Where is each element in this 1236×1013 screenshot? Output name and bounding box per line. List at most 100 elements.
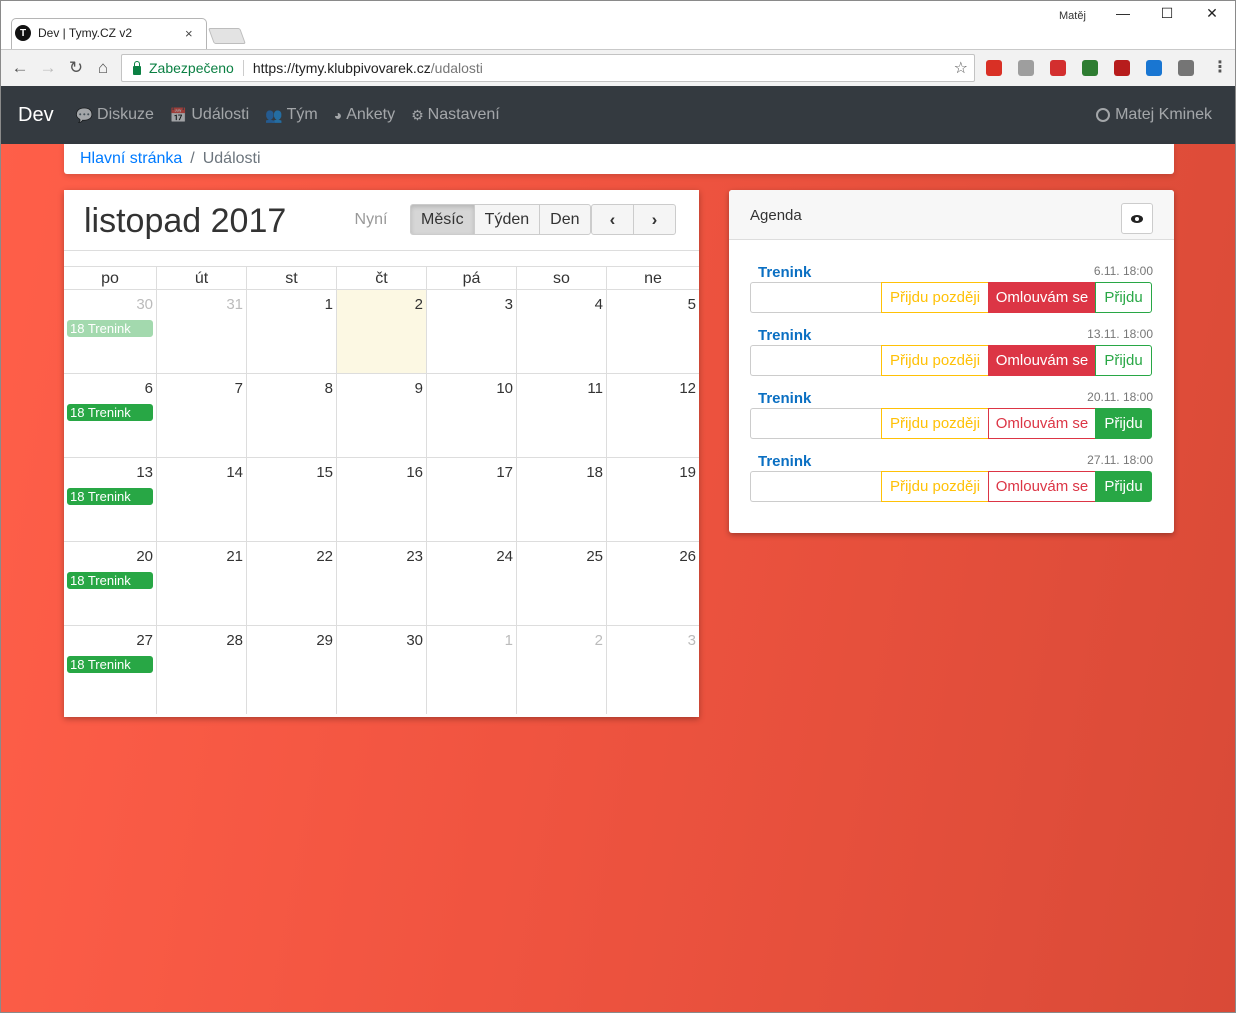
event-title-link[interactable]: Trenink <box>758 327 811 344</box>
reload-icon[interactable]: ↻ <box>65 57 87 79</box>
brand-logo[interactable]: Dev <box>18 104 54 127</box>
event-title-link[interactable]: Trenink <box>758 390 811 407</box>
breadcrumb-home-link[interactable]: Hlavní stránka <box>80 150 182 168</box>
media-icon[interactable] <box>1050 60 1066 76</box>
calendar-day-cell[interactable]: 16 <box>336 458 426 541</box>
day-number[interactable]: 27 <box>136 632 153 649</box>
day-number[interactable]: 4 <box>595 296 603 313</box>
day-number[interactable]: 15 <box>316 464 333 481</box>
day-number[interactable]: 1 <box>325 296 333 313</box>
day-number[interactable]: 3 <box>505 296 513 313</box>
day-number[interactable]: 7 <box>235 380 243 397</box>
calendar-event[interactable]: 18 Trenink <box>67 572 153 589</box>
nav-item-4[interactable]: ⚙ Nastavení <box>411 106 500 124</box>
bookmark-star-icon[interactable]: ☆ <box>954 58 968 78</box>
forward-icon[interactable]: → <box>37 57 59 79</box>
toggle-visibility-button[interactable] <box>1121 203 1153 234</box>
address-bar[interactable]: Zabezpečeno https://tymy.klubpivovarek.c… <box>121 54 975 82</box>
send-icon[interactable] <box>1018 60 1034 76</box>
back-icon[interactable]: ← <box>9 57 31 79</box>
new-tab-button[interactable] <box>208 28 246 44</box>
attendance-note-input[interactable] <box>750 408 881 439</box>
attendance-note-input[interactable] <box>750 282 881 313</box>
day-number[interactable]: 13 <box>136 464 153 481</box>
prev-month-button[interactable]: ‹ <box>591 204 634 235</box>
late-button[interactable]: Přijdu později <box>881 471 989 502</box>
calendar-day-cell[interactable]: 4 <box>516 290 606 373</box>
nav-item-3[interactable]: ◕ Ankety <box>334 106 395 124</box>
day-number[interactable]: 5 <box>688 296 696 313</box>
day-number[interactable]: 31 <box>226 296 243 313</box>
nav-item-1[interactable]: 📅 Události <box>170 106 249 124</box>
day-number[interactable]: 24 <box>496 548 513 565</box>
attend-button[interactable]: Přijdu <box>1095 345 1152 376</box>
next-month-button[interactable]: › <box>633 204 676 235</box>
calendar-day-cell[interactable]: 8 <box>246 374 336 457</box>
calendar-day-cell[interactable]: 9 <box>336 374 426 457</box>
day-number[interactable]: 22 <box>316 548 333 565</box>
day-number[interactable]: 1 <box>505 632 513 649</box>
calendar-day-cell[interactable]: 1 <box>246 290 336 373</box>
day-number[interactable]: 30 <box>406 632 423 649</box>
day-number[interactable]: 6 <box>145 380 153 397</box>
attend-button[interactable]: Přijdu <box>1095 282 1152 313</box>
attendance-note-input[interactable] <box>750 471 881 502</box>
late-button[interactable]: Přijdu později <box>881 282 989 313</box>
calendar-day-cell[interactable]: 30 <box>336 626 426 714</box>
attend-button[interactable]: Přijdu <box>1095 471 1152 502</box>
ublock-icon[interactable] <box>1114 60 1130 76</box>
day-number[interactable]: 2 <box>415 296 423 313</box>
day-number[interactable]: 3 <box>688 632 696 649</box>
calendar-day-cell[interactable]: 2 <box>516 626 606 714</box>
excuse-button[interactable]: Omlouvám se <box>988 408 1096 439</box>
day-number[interactable]: 10 <box>496 380 513 397</box>
attend-button[interactable]: Přijdu <box>1095 408 1152 439</box>
excuse-button[interactable]: Omlouvám se <box>988 471 1096 502</box>
day-number[interactable]: 18 <box>586 464 603 481</box>
tab-close-icon[interactable]: × <box>185 26 193 41</box>
view-button-1[interactable]: Týden <box>473 204 541 235</box>
today-button[interactable]: Nyní <box>346 204 396 235</box>
calendar-day-cell[interactable]: 3 <box>426 290 516 373</box>
attendance-note-input[interactable] <box>750 345 881 376</box>
pocket-icon[interactable] <box>1146 60 1162 76</box>
day-number[interactable]: 16 <box>406 464 423 481</box>
browser-menu-icon[interactable]: ⋮ <box>1212 57 1228 77</box>
calendar-day-cell[interactable]: 11 <box>516 374 606 457</box>
calendar-day-cell[interactable]: 28 <box>156 626 246 714</box>
calendar-day-cell[interactable]: 1 <box>426 626 516 714</box>
day-number[interactable]: 23 <box>406 548 423 565</box>
calendar-day-cell[interactable]: 24 <box>426 542 516 625</box>
window-user-badge[interactable]: Matěj <box>1059 10 1086 22</box>
excuse-button[interactable]: Omlouvám se <box>988 345 1096 376</box>
late-button[interactable]: Přijdu později <box>881 408 989 439</box>
calendar-day-cell[interactable]: 31 <box>156 290 246 373</box>
day-number[interactable]: 20 <box>136 548 153 565</box>
home-icon[interactable]: ⌂ <box>92 57 114 79</box>
calendar-day-cell[interactable]: 5 <box>606 290 699 373</box>
day-number[interactable]: 21 <box>226 548 243 565</box>
nav-item-0[interactable]: 💬 Diskuze <box>76 106 154 124</box>
late-button[interactable]: Přijdu později <box>881 345 989 376</box>
day-number[interactable]: 29 <box>316 632 333 649</box>
calendar-day-cell[interactable]: 12 <box>606 374 699 457</box>
calendar-day-cell[interactable]: 30 18 Trenink <box>64 290 156 373</box>
calendar-day-cell[interactable]: 20 18 Trenink <box>64 542 156 625</box>
calendar-day-cell[interactable]: 25 <box>516 542 606 625</box>
day-number[interactable]: 9 <box>415 380 423 397</box>
calendar-day-cell[interactable]: 23 <box>336 542 426 625</box>
minimize-icon[interactable]: — <box>1113 5 1133 21</box>
calendar-day-cell[interactable]: 19 <box>606 458 699 541</box>
day-number[interactable]: 25 <box>586 548 603 565</box>
calendar-day-cell[interactable]: 17 <box>426 458 516 541</box>
nav-item-2[interactable]: 👥 Tým <box>265 106 318 124</box>
calendar-day-cell[interactable]: 29 <box>246 626 336 714</box>
calendar-day-cell[interactable]: 18 <box>516 458 606 541</box>
day-number[interactable]: 28 <box>226 632 243 649</box>
extension-icon[interactable] <box>1178 60 1194 76</box>
user-menu[interactable]: Matej Kminek <box>1096 106 1212 124</box>
view-button-0[interactable]: Měsíc <box>410 204 475 235</box>
gmail-icon[interactable] <box>986 60 1002 76</box>
calendar-day-cell[interactable]: 3 <box>606 626 699 714</box>
event-title-link[interactable]: Trenink <box>758 453 811 470</box>
